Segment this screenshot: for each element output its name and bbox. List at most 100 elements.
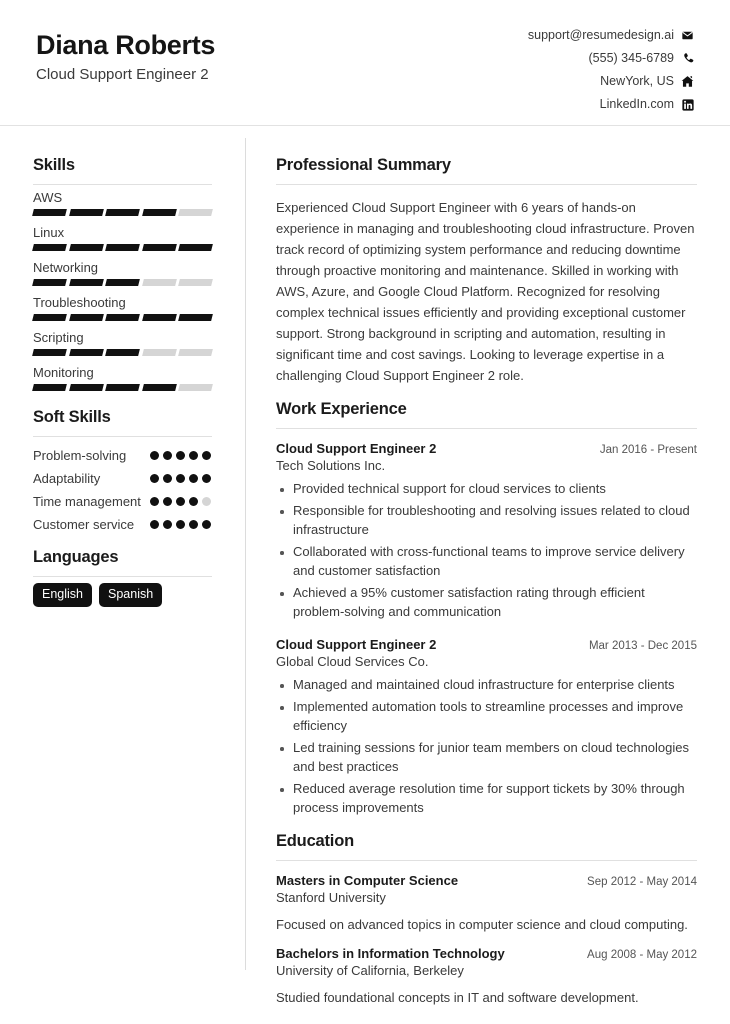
skill-label: Scripting <box>33 330 84 345</box>
entry-title: Cloud Support Engineer 2 <box>276 637 437 653</box>
skill-bar-segment <box>105 349 140 356</box>
entry-organization: Global Cloud Services Co. <box>276 654 429 670</box>
soft-skill-rating <box>150 470 212 483</box>
skill-bar-segment <box>105 209 140 216</box>
skill-bar-segment <box>141 349 177 356</box>
rating-dot <box>189 473 198 483</box>
skill-bar-segment <box>32 279 67 286</box>
bullet-item: Managed and maintained cloud infrastruct… <box>276 676 697 695</box>
rating-dot <box>163 473 172 483</box>
rating-dot <box>150 496 159 506</box>
soft-skill-rating <box>150 447 212 460</box>
skill-bar-segment <box>105 244 140 251</box>
resume-header: Diana Roberts Cloud Support Engineer 2 s… <box>0 0 730 126</box>
institution-name: Stanford University <box>276 889 386 905</box>
entry-date: Mar 2013 - Dec 2015 <box>588 640 697 653</box>
rating-dot <box>163 451 172 460</box>
skill-bar-segment <box>141 279 177 286</box>
skill-bar-segment <box>178 209 213 216</box>
skills-list: AWS Linux Networking Troubleshooting Scripti… <box>32 185 213 394</box>
skill-bar-segment <box>141 314 177 321</box>
soft-skills-section: Soft Skills Problem-solving Adaptability T… <box>33 408 212 534</box>
rating-dot <box>176 473 185 483</box>
degree-title: Bachelors in Information Technology <box>276 946 505 962</box>
skill-level-bar <box>32 314 213 324</box>
skill-bar-segment <box>178 384 213 391</box>
entry-header: Cloud Support Engineer 2 Mar 2013 - Dec 2… <box>276 637 697 652</box>
skill-bar-segment <box>68 349 104 356</box>
contact-row[interactable]: support@resumedesign.ai <box>528 29 694 42</box>
skill-label: Troubleshooting <box>33 295 126 310</box>
rating-dot <box>163 496 172 506</box>
rating-dot <box>202 473 211 483</box>
bullet-item: Provided technical support for cloud ser… <box>276 480 697 499</box>
entry-date: Jan 2016 - Present <box>599 444 697 457</box>
soft-skills-heading: Soft Skills <box>33 408 111 426</box>
skill-bar-segment <box>32 349 67 356</box>
entry-organization: Tech Solutions Inc. <box>276 458 386 474</box>
bullet-item: Reduced average resolution time for supp… <box>276 780 697 818</box>
rating-dot <box>189 519 198 529</box>
entry-bullets: Managed and maintained cloud infrastruct… <box>276 669 697 818</box>
skill-bar-segment <box>32 384 67 391</box>
skill-bar-segment <box>141 244 177 251</box>
candidate-job-title: Cloud Support Engineer 2 <box>36 66 209 84</box>
rating-dot <box>202 451 211 460</box>
skill-bar-segment <box>105 314 140 321</box>
candidate-name: Diana Roberts <box>36 30 216 60</box>
phone-icon <box>681 52 694 65</box>
rating-dot <box>150 519 159 529</box>
skill-level-bar <box>32 244 213 254</box>
soft-skills-list: Problem-solving Adaptability Time manageme… <box>33 437 212 534</box>
skill-bar-segment <box>68 209 104 216</box>
skill-bar-segment <box>178 349 213 356</box>
entry-header: Bachelors in Information Technology Aug 2… <box>276 946 697 961</box>
experience-section: Work Experience Cloud Support Engineer 2… <box>276 400 697 818</box>
rating-dot <box>189 496 198 506</box>
rating-dot <box>163 519 172 529</box>
soft-skill-label: Customer service <box>33 516 135 532</box>
skill-item: Linux <box>32 220 213 254</box>
skill-bar-segment <box>68 279 104 286</box>
summary-text: Experienced Cloud Support Engineer with … <box>276 200 695 384</box>
institution-name: University of California, Berkeley <box>276 963 464 979</box>
skill-bar-segment <box>32 209 67 216</box>
skill-level-bar <box>32 384 213 394</box>
contact-row[interactable]: LinkedIn.com <box>528 98 694 111</box>
degree-title: Masters in Computer Science <box>276 872 459 888</box>
experience-heading: Work Experience <box>276 400 407 419</box>
bullet-item: Implemented automation tools to streamli… <box>276 698 697 736</box>
skill-bar-segment <box>178 314 213 321</box>
entry-bullets: Provided technical support for cloud ser… <box>276 473 697 622</box>
skill-bar-segment <box>178 279 213 286</box>
skill-bar-segment <box>32 314 67 321</box>
contact-row[interactable]: (555) 345-6789 <box>528 52 694 65</box>
skill-level-bar <box>32 209 213 219</box>
bullet-item: Led training sessions for junior team me… <box>276 739 697 777</box>
sidebar: Skills AWS Linux Networking Troubleshooting… <box>0 126 245 1024</box>
skill-bar-segment <box>178 244 213 251</box>
education-section: Education Masters in Computer Science Sep… <box>276 832 697 1008</box>
contact-row[interactable]: NewYork, US <box>528 75 694 88</box>
soft-skill-item: Problem-solving <box>33 447 212 466</box>
languages-list: English Spanish <box>33 577 212 607</box>
skill-bar-segment <box>68 244 104 251</box>
skill-item: Troubleshooting <box>32 290 213 324</box>
bullet-item: Collaborated with cross-functional teams… <box>276 543 697 581</box>
skill-label: Linux <box>33 225 65 240</box>
skill-item: Scripting <box>32 325 213 359</box>
soft-skill-label: Adaptability <box>33 470 101 486</box>
education-entry: Bachelors in Information Technology Aug 2… <box>276 934 697 1008</box>
resume-body: Skills AWS Linux Networking Troubleshooting… <box>0 126 730 1024</box>
entry-date: Sep 2012 - May 2014 <box>587 875 697 888</box>
linkedin-icon <box>681 98 694 111</box>
skill-bar-segment <box>105 279 140 286</box>
skill-label: Networking <box>33 260 99 275</box>
summary-heading: Professional Summary <box>276 156 451 174</box>
entry-date: Aug 2008 - May 2012 <box>587 949 697 962</box>
contact-text: NewYork, US <box>600 74 674 89</box>
entry-header: Masters in Computer Science Sep 2012 - Ma… <box>276 873 697 888</box>
skill-level-bar <box>32 279 213 289</box>
experience-list: Cloud Support Engineer 2 Jan 2016 - Prese… <box>276 429 697 818</box>
soft-skill-label: Problem-solving <box>33 448 127 463</box>
